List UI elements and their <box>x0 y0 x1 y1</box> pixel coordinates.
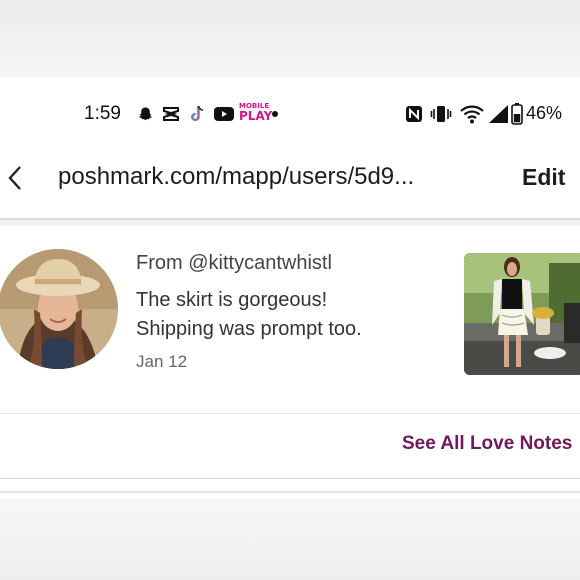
status-bar: 1:59 MOBILE PLAY 46% <box>0 78 580 150</box>
avatar[interactable] <box>0 249 118 369</box>
play-mobile-icon: MOBILE PLAY <box>239 103 273 123</box>
url-text[interactable]: poshmark.com/mapp/users/5d9... <box>58 163 414 191</box>
youtube-icon <box>214 104 234 124</box>
more-notifications-dot <box>272 111 278 117</box>
section-divider <box>0 478 580 479</box>
product-image <box>464 253 580 375</box>
capcut-icon <box>162 104 180 124</box>
avatar-photo <box>0 249 118 369</box>
bottom-divider <box>0 491 580 493</box>
love-note-message-line-1: The skirt is gorgeous! <box>136 289 328 311</box>
chevron-left-icon <box>8 166 21 190</box>
background-bottom <box>0 498 580 580</box>
love-note-sender[interactable]: From @kittycantwhistl <box>136 252 332 275</box>
cell-signal-icon <box>487 104 509 124</box>
background-top <box>0 0 580 78</box>
battery-icon <box>510 103 524 125</box>
back-button[interactable] <box>4 164 26 192</box>
status-time: 1:59 <box>84 103 121 124</box>
wifi-icon <box>460 104 484 124</box>
love-note-date: Jan 12 <box>136 352 188 371</box>
play-badge-bottom: PLAY <box>239 109 273 123</box>
card-divider <box>0 413 580 414</box>
section-gap <box>0 220 580 226</box>
vibrate-icon <box>430 104 452 124</box>
snapchat-icon <box>136 104 154 124</box>
product-photo[interactable] <box>464 253 580 375</box>
nfc-icon <box>404 104 424 124</box>
see-all-love-notes-link[interactable]: See All Love Notes <box>402 433 572 455</box>
edit-button[interactable]: Edit <box>522 164 565 191</box>
battery-percent: 46% <box>526 103 563 123</box>
tiktok-icon <box>188 104 206 124</box>
love-note-message-line-2: Shipping was prompt too. <box>136 318 362 340</box>
